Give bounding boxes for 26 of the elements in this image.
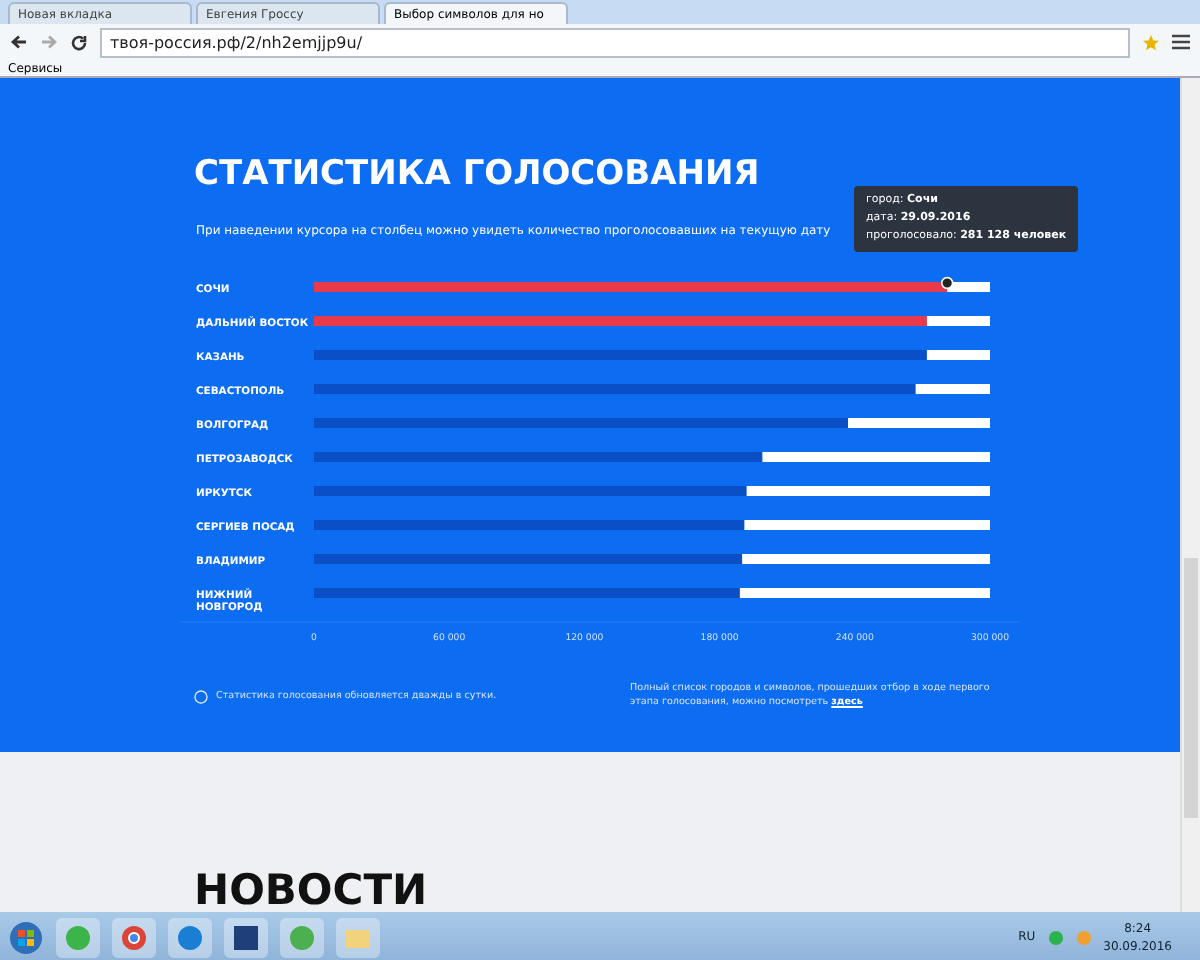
- address-field[interactable]: твоя-россия.рф/2/nh2emjjp9u/: [100, 27, 1130, 57]
- news-heading: НОВОСТИ: [194, 868, 428, 912]
- bar[interactable]: [314, 452, 763, 462]
- taskbar-app-icon[interactable]: [224, 917, 268, 957]
- status-dot-icon: [1075, 929, 1092, 945]
- bar[interactable]: [314, 554, 743, 564]
- scrollbar[interactable]: [1180, 78, 1200, 912]
- back-icon[interactable]: [10, 34, 28, 50]
- info-icon: [194, 689, 208, 703]
- remaining-bar[interactable]: [947, 282, 990, 292]
- bar[interactable]: [314, 418, 849, 428]
- menu-icon[interactable]: [1172, 34, 1190, 50]
- bar[interactable]: [314, 350, 927, 360]
- star-icon[interactable]: [1142, 33, 1160, 51]
- reload-icon[interactable]: [70, 33, 88, 51]
- bar[interactable]: [314, 384, 916, 394]
- bar[interactable]: [314, 588, 740, 598]
- bar[interactable]: [314, 486, 747, 496]
- start-button[interactable]: [8, 919, 44, 955]
- section-title: СТАТИСТИКА ГОЛОСОВАНИЯ: [194, 154, 760, 194]
- bar[interactable]: [314, 520, 745, 530]
- hover-point: [941, 276, 954, 290]
- taskbar-app-icon[interactable]: [112, 917, 156, 957]
- status-dot-icon: [1047, 929, 1064, 945]
- bar[interactable]: [314, 316, 927, 326]
- forward-icon[interactable]: [40, 34, 58, 50]
